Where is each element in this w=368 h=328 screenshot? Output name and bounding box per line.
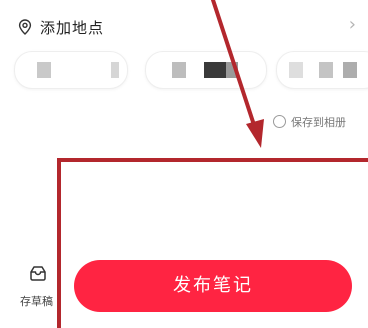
publish-note-button[interactable]: 发布笔记 [74,260,352,312]
radio-unchecked-icon[interactable] [273,115,286,128]
location-chip[interactable] [145,51,267,89]
save-to-album-label: 保存到相册 [291,116,346,129]
location-chip[interactable] [14,51,128,89]
blurred-text [319,62,333,78]
location-pin-icon [18,19,32,35]
publish-note-label: 发布笔记 [173,275,253,296]
add-location-row[interactable]: 添加地点 › [0,0,368,48]
blurred-text [289,62,303,78]
save-draft-label: 存草稿 [20,295,53,308]
blurred-text [37,62,51,78]
blurred-text [111,62,119,78]
blurred-text [204,62,226,78]
save-draft-button[interactable]: 存草稿 [16,263,60,313]
blurred-text [172,62,186,78]
location-chip[interactable] [276,51,368,89]
blurred-text [343,62,357,78]
chevron-right-icon: › [348,14,356,35]
blurred-text [226,62,238,78]
add-location-label: 添加地点 [40,19,105,37]
save-to-album-toggle[interactable]: 保存到相册 [273,113,368,131]
draft-box-icon [30,266,46,281]
